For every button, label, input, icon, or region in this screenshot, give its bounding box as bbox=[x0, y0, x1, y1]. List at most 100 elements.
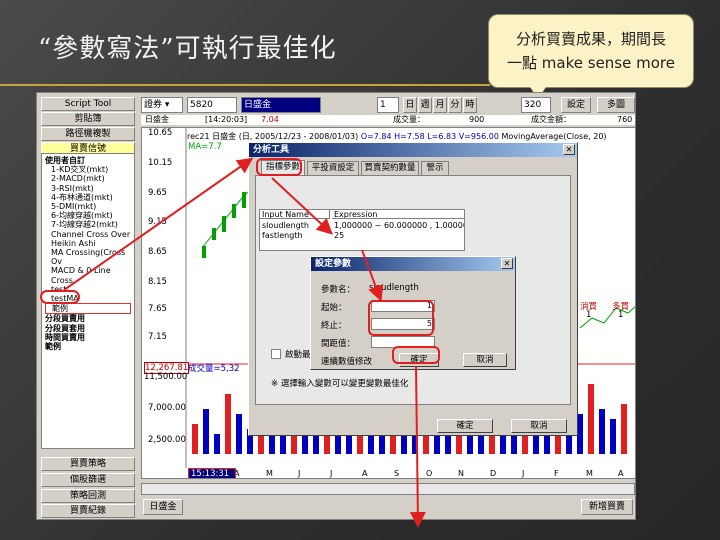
period-number-input[interactable]: 1 bbox=[377, 97, 399, 113]
month-tick: J bbox=[329, 469, 332, 478]
sidebar-btn-strategy[interactable]: 買賣策略 bbox=[41, 457, 135, 471]
quote-name: 日盛金 bbox=[145, 115, 169, 124]
tree-item[interactable]: MA Crossing(Cross Ov bbox=[45, 248, 131, 266]
tree-item[interactable]: 範例 bbox=[45, 303, 131, 315]
tree-item[interactable]: 1-KD交叉(mkt) bbox=[45, 165, 131, 174]
sidebar-btn-backtest[interactable]: 策略回測 bbox=[41, 489, 135, 503]
title-rule bbox=[0, 84, 490, 86]
tree-group[interactable]: 分段買賣用 bbox=[45, 314, 131, 323]
candle bbox=[202, 246, 206, 258]
quote-time: [14:20:03] bbox=[205, 115, 248, 124]
stock-name-field[interactable]: 日盛金 bbox=[241, 97, 321, 113]
tree-group[interactable]: 分段買套用 bbox=[45, 324, 131, 333]
tree-item[interactable]: 3-RSI(mkt) bbox=[45, 184, 131, 193]
quote-volume-label: 成交量： bbox=[393, 115, 425, 124]
analysis-cancel-button[interactable]: 取消 bbox=[511, 419, 567, 433]
chart-info-ohlc: O=7.84 H=7.58 L=6.83 V=956.00 bbox=[360, 132, 499, 141]
market-select[interactable]: 證券 ▾ bbox=[141, 97, 183, 113]
grid-row-2-name[interactable]: fastlength bbox=[260, 231, 330, 240]
quote-price: 7.04 bbox=[261, 115, 279, 124]
ma-label: MA=7.7 bbox=[188, 142, 222, 152]
grid-row-2-expr[interactable]: 25 bbox=[332, 231, 464, 240]
volume-bar bbox=[599, 409, 605, 454]
tab-alert[interactable]: 警示 bbox=[421, 161, 449, 175]
sidebar-btn-clipboard[interactable]: 剪貼簿 bbox=[41, 112, 135, 126]
step-label: 間距值： bbox=[321, 339, 356, 349]
month-tick: M bbox=[586, 469, 593, 478]
continuous-mode-label: 連續數值修改 bbox=[321, 357, 373, 367]
multi-chart-button[interactable]: 多圖 bbox=[597, 97, 635, 113]
tree-group[interactable]: 使用者自訂 bbox=[45, 156, 131, 165]
tree-group[interactable]: 範例 bbox=[45, 342, 131, 351]
month-tick: M bbox=[266, 469, 273, 478]
candle bbox=[222, 216, 226, 232]
period-minute-button[interactable]: 分 bbox=[448, 97, 462, 113]
parameter-grid[interactable]: Input Name Expression sloudlength 1,0000… bbox=[259, 209, 465, 251]
volume-tick-1: 11,500.00 bbox=[144, 372, 188, 382]
buy-signal-value: 1 bbox=[586, 310, 592, 320]
tree-item[interactable]: 2-MACD(mkt) bbox=[45, 174, 131, 183]
volume-bar bbox=[214, 434, 220, 454]
volume-label: 成交量=5,32 bbox=[188, 364, 240, 374]
param-name-value: sloudlength bbox=[369, 283, 419, 293]
callout-line-1: 分析買賣成果，期間長 bbox=[515, 30, 666, 48]
tree-group[interactable]: 時間買賣用 bbox=[45, 333, 131, 342]
period-day-button[interactable]: 日 bbox=[403, 97, 417, 113]
start-label: 起始： bbox=[321, 303, 347, 313]
quote-volume: 900 bbox=[469, 115, 485, 124]
settings-button[interactable]: 設定 bbox=[561, 97, 591, 113]
close-icon[interactable]: ✕ bbox=[501, 258, 513, 269]
highlight-ok-button bbox=[392, 346, 440, 364]
price-tick-3: 9.65 bbox=[148, 188, 167, 198]
tree-item[interactable]: Heikin Ashi bbox=[45, 239, 131, 248]
volume-tick-2: 7,000.00 bbox=[148, 403, 186, 413]
period-week-button[interactable]: 週 bbox=[418, 97, 432, 113]
sidebar-btn-trade-log[interactable]: 買賣紀錄 bbox=[41, 504, 135, 518]
highlight-start-end-fields bbox=[368, 300, 434, 336]
callout-line-2: 一點 make sense more bbox=[507, 54, 675, 72]
close-icon[interactable]: ✕ bbox=[563, 144, 575, 155]
parameter-cancel-button[interactable]: 取消 bbox=[463, 353, 507, 367]
grid-row-1-expr[interactable]: 1,000000 ~ 60.000000 , 1.000000 bbox=[332, 221, 464, 230]
analysis-ok-button[interactable]: 確定 bbox=[437, 419, 493, 433]
sidebar-btn-path-copy[interactable]: 路徑機複製 bbox=[41, 127, 135, 141]
optimize-note: ※ 選擇輸入變數可以變更變數最佳化 bbox=[271, 379, 409, 389]
tree-item[interactable]: Channel Cross Over bbox=[45, 230, 131, 239]
period-month-button[interactable]: 月 bbox=[433, 97, 447, 113]
sidebar-btn-script-tool[interactable]: Script Tool bbox=[41, 97, 135, 111]
volume-tick-3: 2,500.00 bbox=[148, 435, 186, 445]
sidebar-btn-screener[interactable]: 個股篩選 bbox=[41, 473, 135, 487]
volume-bar bbox=[621, 404, 627, 454]
volume-bar bbox=[236, 414, 242, 454]
tree-item[interactable]: 7-均線穿越2(mkt) bbox=[45, 220, 131, 229]
tree-item[interactable]: 4-布林通道(mkt) bbox=[45, 193, 131, 202]
grid-row-1-name[interactable]: sloudlength bbox=[260, 221, 330, 230]
tree-item[interactable]: 5-DMI(mkt) bbox=[45, 202, 131, 211]
end-label: 終止： bbox=[321, 321, 347, 331]
price-tick-2: 10.15 bbox=[148, 158, 173, 168]
stock-tab[interactable]: 日盛金 bbox=[143, 499, 183, 515]
volume-bar bbox=[192, 424, 198, 454]
tree-item[interactable]: MACD & 0 Line Cross bbox=[45, 266, 131, 284]
quote-amount: 760 bbox=[617, 115, 633, 124]
bar-count-input[interactable]: 320 bbox=[521, 97, 551, 113]
optimize-checkbox[interactable] bbox=[271, 349, 281, 359]
volume-bar bbox=[610, 419, 616, 454]
candle bbox=[232, 204, 236, 218]
price-tick-7: 7.65 bbox=[148, 304, 167, 314]
tab-contract-quantity[interactable]: 買賣契約數量 bbox=[361, 161, 419, 175]
code-input[interactable]: 5820 bbox=[187, 97, 237, 113]
month-tick: O bbox=[426, 469, 432, 478]
month-tick: J bbox=[521, 469, 524, 478]
month-tick: N bbox=[458, 469, 464, 478]
tab-investment-settings[interactable]: 平投資設定 bbox=[307, 161, 359, 175]
period-hour-button[interactable]: 時 bbox=[463, 97, 477, 113]
sidebar: Script Tool 剪貼簿 路徑機複製 買賣信號 使用者自訂 1-KD交叉(m… bbox=[37, 93, 139, 519]
volume-bar bbox=[588, 384, 594, 454]
month-tick: J bbox=[297, 469, 300, 478]
highlight-params-tab bbox=[256, 158, 302, 176]
new-trade-button[interactable]: 新增買賣 bbox=[581, 499, 633, 515]
month-tick: A bbox=[362, 469, 368, 478]
quote-row: 日盛金 [14:20:03] 7.04 成交量： 900 成交金額： 760 bbox=[141, 115, 635, 125]
horizontal-scrollbar[interactable] bbox=[141, 483, 635, 495]
